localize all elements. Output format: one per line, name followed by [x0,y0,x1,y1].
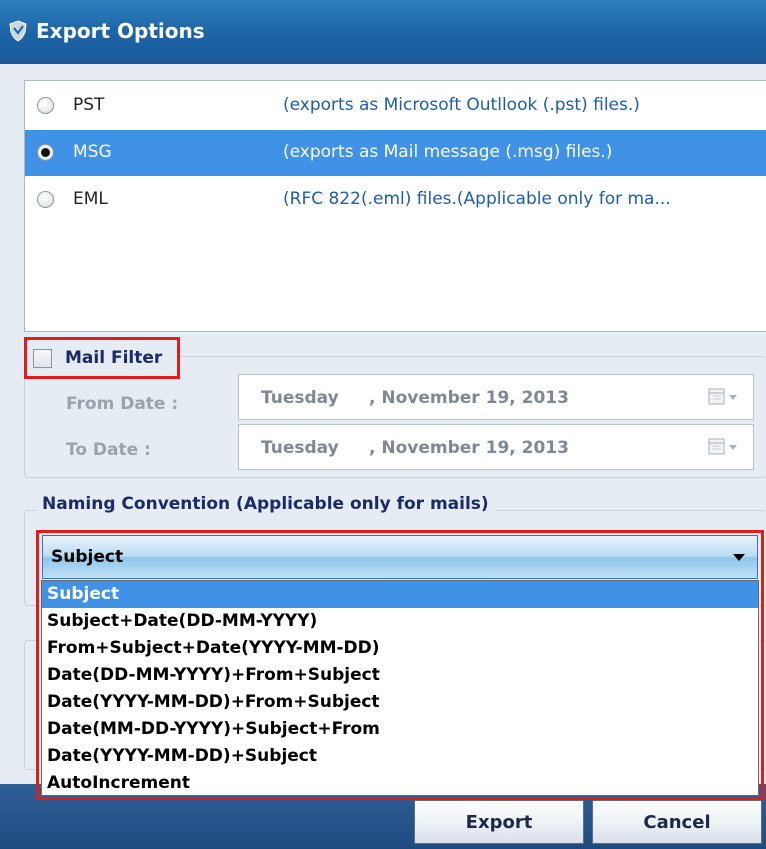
selected-naming-value: Subject [51,547,124,567]
naming-option-subject-date-dmy[interactable]: Subject+Date(DD-MM-YYYY) [42,608,758,635]
format-option-msg[interactable]: MSG (exports as Mail message (.msg) file… [25,130,766,176]
format-name: MSG [73,142,112,162]
to-date-day: Tuesday [261,438,339,458]
format-list[interactable]: PST (exports as Microsoft Outllook (.pst… [24,80,766,332]
export-options-window: Export Options PST (exports as Microsoft… [0,0,766,849]
naming-option-date-mdy-subject-from[interactable]: Date(MM-DD-YYYY)+Subject+From [42,716,758,743]
format-option-eml[interactable]: EML (RFC 822(.eml) files.(Applicable onl… [25,177,766,223]
calendar-dropdown-icon[interactable] [707,437,743,457]
export-button[interactable]: Export [414,800,584,844]
naming-option-autoincrement[interactable]: AutoIncrement [42,770,758,797]
from-date-picker[interactable]: Tuesday , November 19, 2013 [238,374,754,420]
cancel-button[interactable]: Cancel [592,800,762,844]
naming-option-date-ymd-from-subject[interactable]: Date(YYYY-MM-DD)+From+Subject [42,689,758,716]
window-title: Export Options [36,19,205,43]
naming-options-list[interactable]: Subject Subject+Date(DD-MM-YYYY) From+Su… [41,580,759,796]
mail-filter-label: Mail Filter [65,348,163,368]
shield-app-icon [9,20,27,42]
format-name: EML [73,189,108,209]
format-name: PST [73,95,105,115]
from-date-day: Tuesday [261,388,339,408]
to-date-value: , November 19, 2013 [369,438,569,458]
naming-convention-select[interactable]: Subject [42,535,758,579]
format-description: (exports as Microsoft Outllook (.pst) fi… [283,95,640,115]
from-date-value: , November 19, 2013 [369,388,569,408]
format-description: (RFC 822(.eml) files.(Applicable only fo… [283,189,671,209]
mail-filter-checkbox[interactable] [33,349,52,368]
eml-radio[interactable] [37,191,54,208]
naming-convention-title: Naming Convention (Applicable only for m… [36,494,495,514]
title-bar: Export Options [0,0,766,64]
naming-option-subject[interactable]: Subject [42,581,758,608]
to-date-label: To Date : [66,440,151,460]
naming-option-from-subject-date-ymd[interactable]: From+Subject+Date(YYYY-MM-DD) [42,635,758,662]
msg-radio[interactable] [37,144,54,161]
format-option-pst[interactable]: PST (exports as Microsoft Outllook (.pst… [25,83,766,129]
naming-option-date-ymd-subject[interactable]: Date(YYYY-MM-DD)+Subject [42,743,758,770]
from-date-label: From Date : [66,394,179,414]
chevron-down-icon[interactable] [733,554,745,561]
format-description: (exports as Mail message (.msg) files.) [283,142,613,162]
calendar-dropdown-icon[interactable] [707,387,743,407]
naming-option-date-dmy-from-subject[interactable]: Date(DD-MM-YYYY)+From+Subject [42,662,758,689]
mail-filter-toggle[interactable]: Mail Filter [24,337,180,379]
to-date-picker[interactable]: Tuesday , November 19, 2013 [238,424,754,470]
pst-radio[interactable] [37,97,54,114]
